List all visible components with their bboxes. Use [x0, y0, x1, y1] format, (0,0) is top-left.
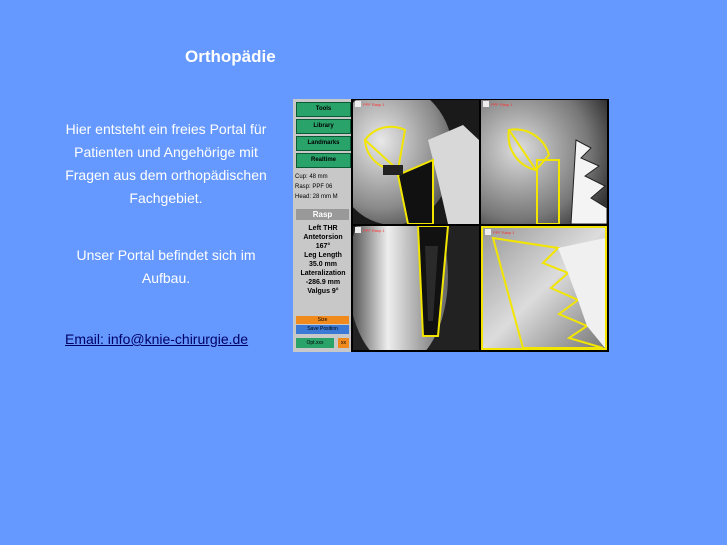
head-info: Head: 28 mm M	[295, 194, 338, 200]
tool-panel: Tools Library Landmarks Realtime Cup: 48…	[293, 99, 351, 352]
view-label: PPF Rasp 1	[363, 228, 385, 233]
stat-line: 167°	[315, 243, 331, 250]
view-label: PPF Rasp 1	[363, 102, 385, 107]
intro-line: Fragen aus dem orthopädischen	[65, 167, 267, 183]
option-small-button: xx	[338, 338, 349, 348]
xray-view-top-right: PPF Rasp 1	[481, 100, 607, 224]
stats-block: Left THR Antetorsion 167° Leg Length 35.…	[295, 224, 351, 296]
stat-line: Lateralization	[300, 270, 346, 277]
intro-text: Hier entsteht ein freies Portal für Pati…	[48, 118, 284, 210]
xray-illustration	[481, 100, 607, 224]
option-button: Opt.xxx	[296, 338, 334, 348]
portal-line: Aufbau.	[141, 270, 191, 286]
software-screenshot-image: Tools Library Landmarks Realtime Cup: 48…	[293, 99, 609, 352]
xray-view-bottom-left: PPF Rasp 1	[353, 226, 479, 350]
landmarks-button: Landmarks	[296, 136, 351, 151]
xray-view-top-left: PPF Rasp 1	[353, 100, 479, 224]
stat-line: 35.0 mm	[308, 261, 338, 268]
save-position-bar: Save Position	[296, 325, 349, 334]
stat-line: Valgus 9°	[307, 288, 339, 295]
view-number-badge	[355, 101, 361, 107]
page-title: Orthopädie	[185, 47, 276, 66]
xray-illustration	[483, 228, 605, 348]
library-button: Library	[296, 119, 351, 134]
view-number-badge	[485, 229, 491, 235]
view-label: PPF Rasp 1	[493, 230, 515, 235]
portal-line: Unser Portal befindet sich im	[76, 247, 256, 263]
stat-line: Left THR	[308, 225, 338, 232]
portal-status-text: Unser Portal befindet sich im Aufbau.	[48, 244, 284, 290]
view-label: PPF Rasp 1	[491, 102, 513, 107]
size-bar: Size	[296, 316, 349, 324]
xray-view-bottom-right: PPF Rasp 1	[481, 226, 607, 350]
xray-illustration	[353, 226, 479, 350]
rasp-label: Rasp	[296, 209, 349, 220]
rasp-info: Rasp: PPF 06	[295, 184, 333, 190]
stat-line: Leg Length	[304, 252, 342, 259]
stat-line: Antetorsion	[303, 234, 343, 241]
view-number-badge	[483, 101, 489, 107]
tools-button: Tools	[296, 102, 351, 117]
intro-line: Patienten und Angehörige mit	[74, 144, 258, 160]
stat-line: -286.9 mm	[305, 279, 341, 286]
cup-info: Cup: 48 mm	[295, 174, 328, 180]
xray-illustration	[353, 100, 479, 224]
email-link[interactable]: Email: info@knie-chirurgie.de	[65, 331, 248, 347]
intro-line: Hier entsteht ein freies Portal für	[65, 121, 267, 137]
realtime-button: Realtime	[296, 153, 351, 168]
view-number-badge	[355, 227, 361, 233]
intro-line: Fachgebiet.	[129, 190, 203, 206]
